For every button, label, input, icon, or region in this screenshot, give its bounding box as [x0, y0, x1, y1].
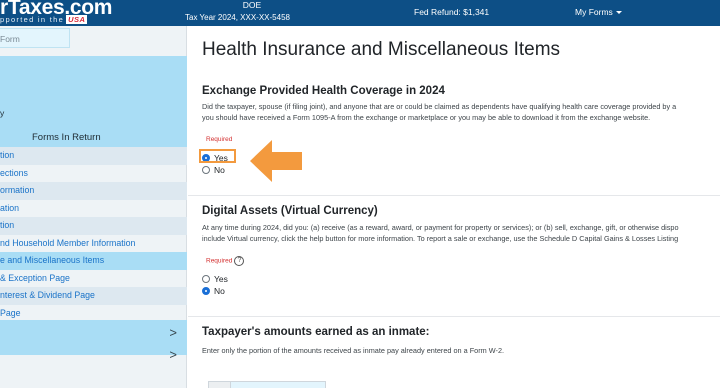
digital-description-line: At any time during 2024, did you: (a) re… [202, 223, 679, 232]
digital-no-radio[interactable]: No [202, 286, 225, 296]
sidebar-form-link[interactable]: ormation [0, 182, 187, 200]
sidebar-form-link[interactable]: tion [0, 147, 187, 165]
required-label: Required [206, 136, 233, 143]
radio-unselected-icon [202, 275, 210, 283]
required-text: Required [206, 257, 233, 265]
my-forms-label: My Forms [575, 7, 613, 17]
tax-year-ssn: Tax Year 2024, XXX-XX-5458 [185, 13, 290, 22]
federal-refund: Fed Refund: $1,341 [414, 7, 490, 17]
forms-in-return-list: Forms In Return tion ections ormation at… [0, 128, 187, 322]
sidebar-form-link[interactable]: ation [0, 200, 187, 218]
caret-down-icon [615, 11, 622, 15]
exchange-no-radio[interactable]: No [202, 165, 225, 175]
radio-selected-icon [202, 287, 210, 295]
sidebar-form-link[interactable]: nd Household Member Information [0, 235, 187, 253]
sidebar-form-link-active[interactable]: e and Miscellaneous Items [0, 252, 187, 270]
page-title: Health Insurance and Miscellaneous Items [202, 39, 561, 60]
input-prefix [209, 382, 231, 388]
digital-yes-radio[interactable]: Yes [202, 274, 228, 284]
sidebar-form-link[interactable]: & Exception Page [0, 270, 187, 288]
forms-in-return-header: Forms In Return [32, 132, 101, 143]
chevron-right-icon: > [169, 347, 177, 362]
radio-unselected-icon [202, 166, 210, 174]
inmate-earnings-title: Taxpayer's amounts earned as an inmate: [202, 326, 430, 338]
inmate-earnings-description: Enter only the portion of the amounts re… [202, 346, 505, 355]
form-search-input[interactable]: Form [0, 28, 70, 48]
digital-yes-label: Yes [214, 274, 228, 284]
exchange-description-line: you should have received a Form 1095-A f… [202, 113, 651, 122]
help-icon[interactable]: ? [234, 256, 245, 266]
top-bar: rTaxes.com pported in the USA DOE Tax Yea… [0, 0, 720, 26]
exchange-coverage-title: Exchange Provided Health Coverage in 202… [202, 85, 445, 97]
digital-description-line: include Virtual currency, click the help… [202, 234, 679, 243]
logo-tagline: pported in the USA [0, 15, 88, 24]
exchange-description-line: Did the taxpayer, spouse (if filing join… [202, 102, 677, 111]
my-forms-dropdown[interactable]: My Forms [575, 7, 622, 17]
logo-tagline-text: pported in the [0, 15, 65, 24]
required-label: Required? [206, 256, 245, 266]
sidebar-section-label: y [0, 108, 5, 118]
digital-no-label: No [214, 286, 225, 296]
orange-arrow-icon [250, 140, 302, 182]
inmate-amount-field[interactable] [231, 382, 325, 388]
taxpayer-name: DOE [242, 0, 262, 10]
usa-flag-icon: USA [66, 15, 88, 24]
sidebar: Form y Forms In Return tion ections orma… [0, 26, 187, 388]
sidebar-form-link[interactable]: nterest & Dividend Page [0, 287, 187, 305]
digital-assets-description: At any time during 2024, did you: (a) re… [202, 222, 720, 244]
sidebar-form-link[interactable]: ections [0, 165, 187, 183]
digital-assets-title: Digital Assets (Virtual Currency) [202, 205, 378, 217]
exchange-no-label: No [214, 165, 225, 175]
section-divider [188, 316, 720, 317]
sidebar-form-link[interactable]: tion [0, 217, 187, 235]
highlight-box [199, 149, 236, 163]
main-content: Health Insurance and Miscellaneous Items… [188, 26, 720, 388]
exchange-coverage-description: Did the taxpayer, spouse (if filing join… [202, 101, 720, 123]
sidebar-expand-section[interactable]: > > [0, 320, 187, 362]
section-divider [188, 195, 720, 196]
chevron-right-icon: > [169, 325, 177, 340]
inmate-amount-input[interactable] [208, 381, 326, 388]
